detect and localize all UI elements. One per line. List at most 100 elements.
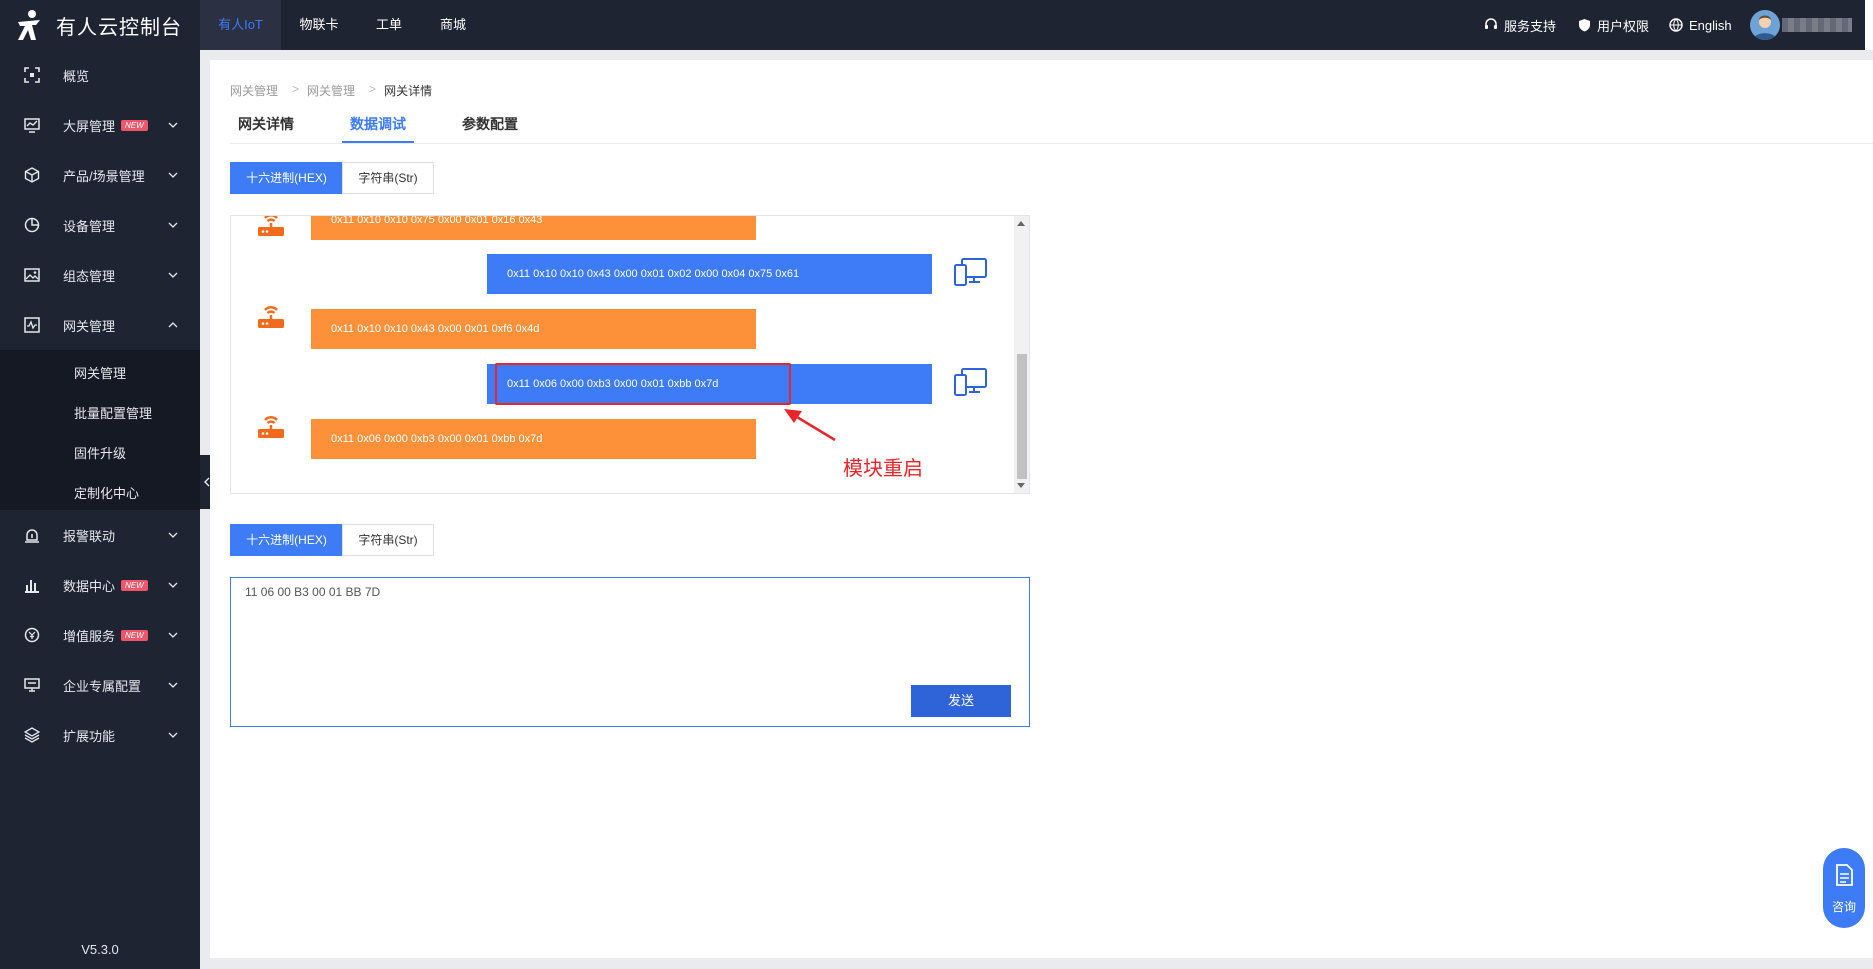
sidebar-item-config[interactable]: 组态管理 [0,250,200,300]
sidebar-item-label: 网关管理 [63,318,116,334]
tab-data-debug[interactable]: 数据调试 [350,114,406,134]
breadcrumb: 网关管理 > 网关管理 > 网关详情 [230,82,438,99]
sidebar-item-gateway[interactable]: 网关管理 [0,300,200,350]
headset-icon [1485,18,1497,29]
support-link[interactable]: 服务支持 [1484,0,1556,50]
bar-chart-icon [25,580,39,593]
gateway-icon [24,317,40,333]
breadcrumb-separator: > [369,82,377,96]
top-bar: 有人云控制台 有人IoT 物联卡 工单 商城 服务支持 用户权限 English [0,0,1873,50]
chevron-down-icon [168,122,178,128]
new-badge: NEW [121,120,148,131]
breadcrumb-item[interactable]: 网关管理 [307,82,355,99]
breadcrumb-item[interactable]: 网关管理 [230,82,278,99]
chevron-down-icon [168,632,178,638]
send-format-str-button[interactable]: 字符串(Str) [342,524,434,556]
log-message-device: 0x11 0x10 0x10 0x43 0x00 0x01 0xf6 0x4d [311,309,756,349]
send-textarea-value: 11 06 00 B3 00 01 BB 7D [245,585,381,599]
value-icon [24,627,40,643]
breadcrumb-separator: > [292,82,300,96]
consult-label: 咨询 [1831,900,1856,914]
annotation-highlight-box [495,363,791,405]
submenu-gateway-management[interactable]: 网关管理 [74,363,126,382]
shield-icon [1579,19,1590,32]
chevron-down-icon [168,222,178,228]
send-textarea[interactable] [230,577,1030,727]
submenu-batch-config[interactable]: 批量配置管理 [74,403,152,422]
tabs-divider [230,143,1873,144]
avatar[interactable] [1750,10,1780,40]
topnav-iot[interactable]: 有人IoT [200,0,281,50]
topnav-iot-card[interactable]: 物联卡 [288,0,350,50]
permissions-link[interactable]: 用户权限 [1578,0,1649,50]
sidebar-item-extensions[interactable]: 扩展功能 [0,710,200,760]
chevron-down-icon [168,582,178,588]
sidebar-item-label: 数据中心 [63,578,116,594]
sidebar-item-overview[interactable]: 概览 [0,50,200,100]
sidebar-item-screen[interactable]: 大屏管理 NEW [0,100,200,150]
overview-icon [24,67,40,83]
log-message-server: 0x11 0x10 0x10 0x43 0x00 0x01 0x02 0x00 … [487,254,932,294]
device-monitor-icon [954,258,987,286]
format-hex-button[interactable]: 十六进制(HEX) [230,162,343,194]
new-badge: NEW [121,580,148,591]
log-message-device: 0x11 0x10 0x10 0x75 0x00 0x01 0x16 0x43 [311,216,756,240]
app-version: V5.3.0 [81,942,119,957]
submenu-firmware-upgrade[interactable]: 固件升级 [74,443,126,462]
device-monitor-icon [954,368,987,396]
log-scrollbar-thumb[interactable] [1017,354,1027,479]
scroll-up-arrow-icon[interactable] [1017,221,1025,226]
alarm-icon [25,529,39,543]
router-icon [258,216,284,236]
annotation-arrow-icon [784,409,836,442]
user-avatar-icon [1753,15,1777,40]
document-icon [1836,864,1853,886]
gateway-submenu: 网关管理 批量配置管理 固件升级 定制化中心 [0,350,200,510]
sidebar: 概览 大屏管理 NEW 产品/场景管理 设备管理 组态管理 网关管理 网关管理 … [0,50,200,969]
brand[interactable]: 有人云控制台 [0,0,200,50]
topnav-workorder[interactable]: 工单 [358,0,420,50]
sidebar-item-product[interactable]: 产品/场景管理 [0,150,200,200]
sidebar-item-data-center[interactable]: 数据中心 NEW [0,560,200,610]
log-message-device: 0x11 0x06 0x00 0xb3 0x00 0x01 0xbb 0x7d [311,419,756,459]
username-blurred [1782,18,1852,32]
breadcrumb-current: 网关详情 [384,84,433,98]
monitor-icon [24,678,40,692]
tab-param-config[interactable]: 参数配置 [462,114,518,134]
sidebar-item-enterprise[interactable]: 企业专属配置 [0,660,200,710]
chevron-down-icon [168,272,178,278]
permissions-label: 用户权限 [1597,18,1650,34]
pie-icon [24,217,40,233]
consult-button[interactable]: 咨询 [1823,848,1865,928]
cube-icon [24,167,40,183]
chevron-down-icon [168,532,178,538]
sidebar-item-label: 企业专属配置 [63,678,142,694]
chevron-up-icon [168,322,178,328]
scroll-down-arrow-icon[interactable] [1017,483,1025,488]
chevron-down-icon [168,172,178,178]
layers-icon [24,727,40,743]
language-label: English [1689,17,1732,33]
language-switch[interactable]: English [1669,0,1732,50]
sidebar-item-alarm[interactable]: 报警联动 [0,510,200,560]
sidebar-item-label: 扩展功能 [63,728,116,744]
sidebar-item-label: 概览 [63,68,90,84]
main-panel [210,60,1873,958]
sidebar-item-label: 报警联动 [63,528,116,544]
submenu-custom-center[interactable]: 定制化中心 [74,483,139,502]
tab-gateway-detail[interactable]: 网关详情 [238,114,294,134]
send-button[interactable]: 发送 [911,685,1011,717]
logo-icon [18,10,40,40]
globe-icon [1669,18,1683,32]
router-icon [258,416,284,438]
sidebar-item-label: 设备管理 [63,218,116,234]
send-format-hex-button[interactable]: 十六进制(HEX) [230,524,343,556]
screen-icon [24,118,40,133]
format-str-button[interactable]: 字符串(Str) [342,162,434,194]
topnav-mall[interactable]: 商城 [422,0,484,50]
sidebar-item-label: 增值服务 [63,628,116,644]
sidebar-item-device[interactable]: 设备管理 [0,200,200,250]
sidebar-item-label: 组态管理 [63,268,116,284]
support-label: 服务支持 [1504,18,1557,34]
sidebar-item-value-added[interactable]: 增值服务 NEW [0,610,200,660]
